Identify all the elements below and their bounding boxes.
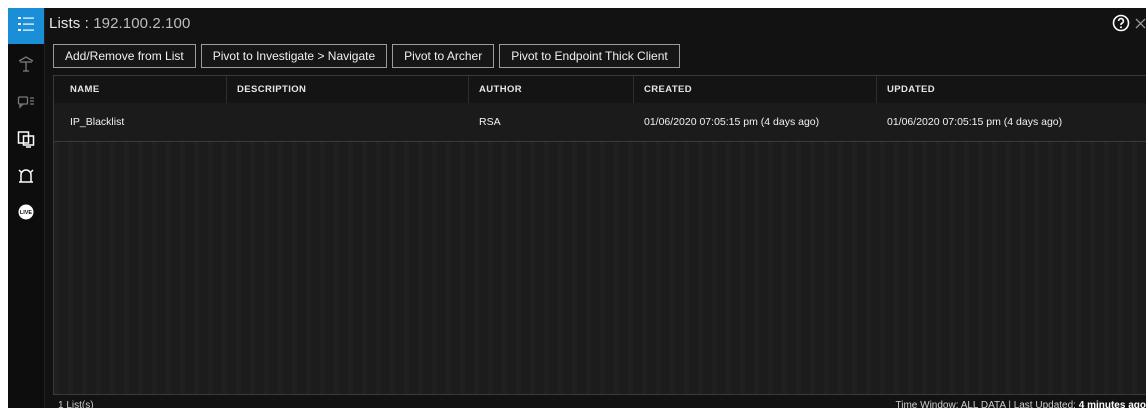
pivot-icon [17,55,35,78]
lists-table: NAME DESCRIPTION AUTHOR CREATED UPDATED … [53,75,1146,395]
last-updated-status: Time Window: ALL DATA | Last Updated: 4 … [896,400,1146,408]
column-header-created[interactable]: CREATED [644,76,692,103]
sidebar-item-alarm[interactable] [8,160,44,196]
close-icon[interactable] [1134,16,1146,35]
table-row[interactable]: IP_Blacklist RSA 01/06/2020 07:05:15 pm … [54,103,1146,142]
toolbar: Add/Remove from List Pivot to Investigat… [53,44,680,68]
sidebar-item-screens[interactable] [8,123,44,159]
help-icon[interactable] [1112,14,1130,37]
time-window-label: Time Window: ALL DATA | Last Updated: [895,400,1076,408]
pivot-to-archer-button[interactable]: Pivot to Archer [392,44,495,68]
page-title: Lists : 192.100.2.100 [49,15,190,32]
column-header-name[interactable]: NAME [70,76,100,103]
sidebar-item-lists[interactable] [8,8,44,44]
column-header-description[interactable]: DESCRIPTION [237,76,306,103]
chat-list-icon [17,93,35,116]
pivot-to-investigate-button[interactable]: Pivot to Investigate > Navigate [200,44,388,68]
cell-name: IP_Blacklist [70,116,125,128]
column-divider[interactable] [633,76,634,103]
sidebar-item-pivot[interactable] [8,48,44,84]
list-icon [17,15,35,38]
pivot-to-endpoint-button[interactable]: Pivot to Endpoint Thick Client [499,44,680,68]
cell-author: RSA [479,116,501,128]
cell-created: 01/06/2020 07:05:15 pm (4 days ago) [644,116,820,128]
list-count: 1 List(s) [58,400,94,408]
last-updated-value: 4 minutes ago [1078,400,1146,408]
column-header-updated[interactable]: UPDATED [887,76,935,103]
cell-updated: 01/06/2020 07:05:15 pm (4 days ago) [887,116,1063,128]
lists-panel: LIVE Lists : 192.100.2.100 Add/Remove fr… [8,8,1146,408]
page-title-host: 192.100.2.100 [93,14,191,32]
live-icon-label: LIVE [20,210,33,216]
sidebar: LIVE [8,8,45,408]
live-icon: LIVE [17,203,35,226]
sidebar-item-live[interactable]: LIVE [8,196,44,232]
table-header: NAME DESCRIPTION AUTHOR CREATED UPDATED [54,76,1146,104]
alarm-icon [17,167,35,190]
column-divider[interactable] [468,76,469,103]
column-divider[interactable] [876,76,877,103]
sidebar-item-chat-list[interactable] [8,86,44,122]
column-divider[interactable] [226,76,227,103]
title-actions [1112,14,1146,37]
title-bar: Lists : 192.100.2.100 [45,8,1146,38]
add-remove-from-list-button[interactable]: Add/Remove from List [53,44,196,68]
page-title-separator: : [84,14,89,32]
column-header-author[interactable]: AUTHOR [479,76,522,103]
page-title-prefix: Lists [49,14,81,32]
screens-icon [17,130,35,153]
